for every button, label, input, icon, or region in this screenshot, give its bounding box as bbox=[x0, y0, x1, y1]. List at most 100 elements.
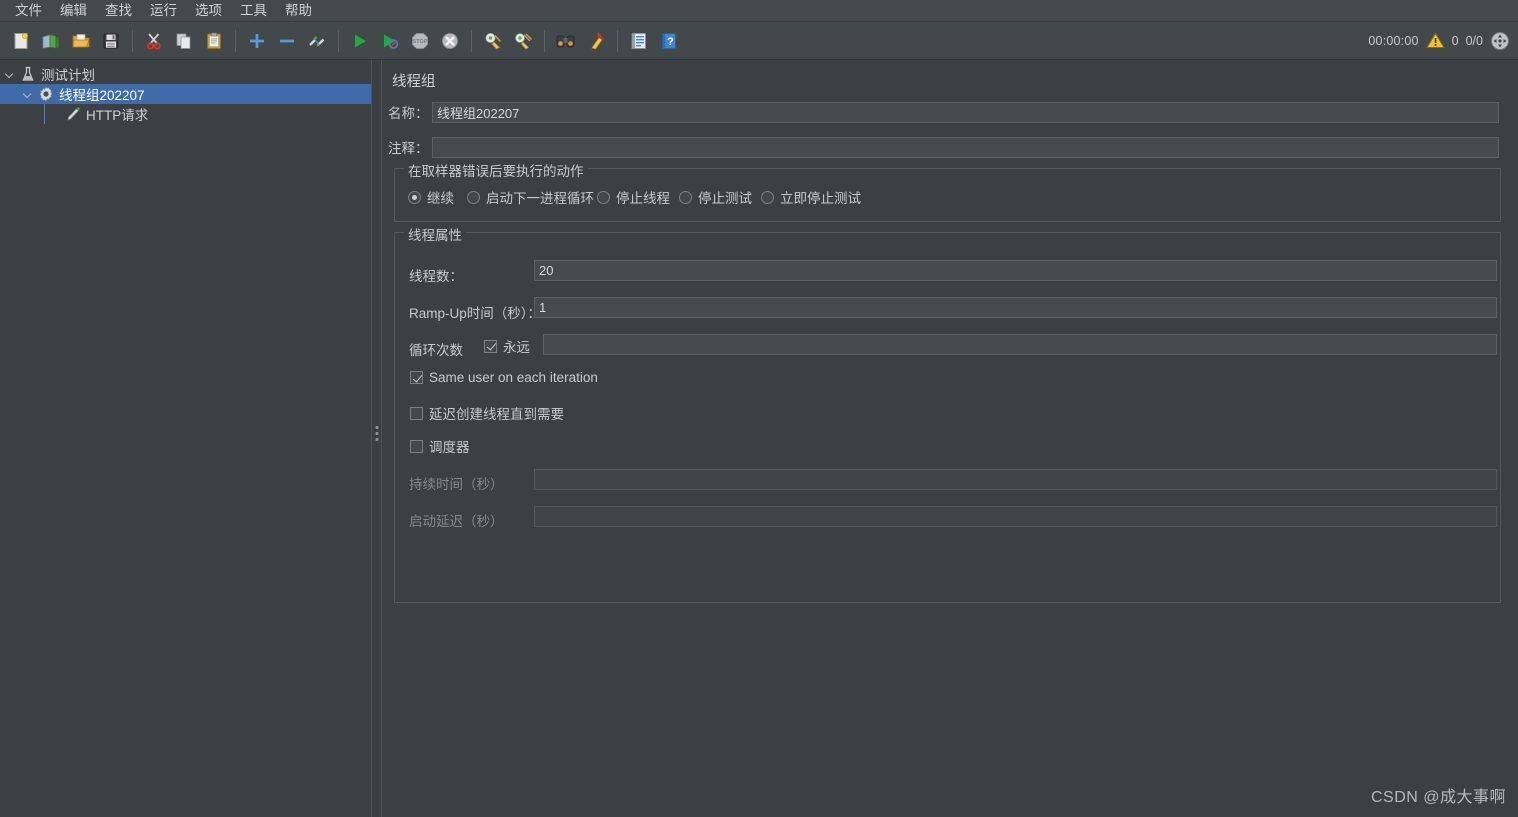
page-title: 线程组 bbox=[392, 70, 436, 91]
same-user-label: Same user on each iteration bbox=[429, 370, 598, 385]
menu-help[interactable]: 帮助 bbox=[276, 1, 321, 21]
reset-search-broom-icon bbox=[586, 31, 606, 51]
name-input[interactable] bbox=[432, 102, 1499, 123]
same-user-checkbox[interactable]: Same user on each iteration bbox=[410, 370, 598, 385]
menu-tools[interactable]: 工具 bbox=[231, 1, 276, 21]
function-helper-button[interactable] bbox=[626, 28, 652, 54]
warning-count: 0 bbox=[1452, 34, 1459, 48]
tree-expander[interactable] bbox=[18, 90, 36, 99]
test-plan-icon bbox=[18, 66, 38, 82]
toolbar-separator bbox=[471, 30, 472, 52]
open-button[interactable] bbox=[68, 28, 94, 54]
thread-count: 0/0 bbox=[1466, 34, 1483, 48]
svg-text:?: ? bbox=[667, 36, 674, 48]
expand-all-button[interactable] bbox=[244, 28, 270, 54]
menu-run[interactable]: 运行 bbox=[141, 1, 186, 21]
paste-clipboard-icon bbox=[204, 31, 224, 51]
templates-button[interactable] bbox=[38, 28, 64, 54]
save-icon bbox=[101, 31, 121, 51]
delayed-start-checkbox[interactable]: 延迟创建线程直到需要 bbox=[410, 403, 564, 423]
loop-forever-label: 永远 bbox=[503, 336, 530, 356]
tree-node-http-request[interactable]: HTTP请求 bbox=[0, 104, 371, 124]
shutdown-icon bbox=[440, 31, 460, 51]
error-action-title: 在取样器错误后要执行的动作 bbox=[404, 160, 588, 180]
toolbar-separator bbox=[544, 30, 545, 52]
tree-node-thread-group[interactable]: 线程组202207 bbox=[0, 84, 371, 104]
start-no-pauses-button[interactable] bbox=[377, 28, 403, 54]
loop-count-input[interactable] bbox=[543, 334, 1497, 355]
save-button[interactable] bbox=[98, 28, 124, 54]
expand-all-plus-icon bbox=[247, 31, 267, 51]
toggle-button[interactable] bbox=[304, 28, 330, 54]
toolbar-status-area: 00:00:00 0 0/0 bbox=[1368, 22, 1510, 59]
startup-delay-label: 启动延迟（秒） bbox=[409, 510, 504, 530]
expand-arrows-icon[interactable] bbox=[1490, 31, 1510, 51]
toolbar-separator bbox=[132, 30, 133, 52]
cut-scissors-icon bbox=[144, 31, 164, 51]
collapse-all-button[interactable] bbox=[274, 28, 300, 54]
menu-file[interactable]: 文件 bbox=[6, 1, 51, 21]
thread-group-panel: 线程组 名称： 注释： 在取样器错误后要执行的动作 继续 启动下一 bbox=[382, 60, 1518, 817]
clear-button[interactable] bbox=[480, 28, 506, 54]
ramp-up-input[interactable] bbox=[534, 297, 1497, 318]
comment-field-row: 注释： bbox=[388, 137, 434, 157]
radio-indicator bbox=[408, 191, 421, 204]
tree-node-test-plan[interactable]: 测试计划 bbox=[0, 64, 371, 84]
radio-label: 停止测试 bbox=[698, 187, 752, 207]
start-play-icon bbox=[350, 31, 370, 51]
tree-node-label: 线程组202207 bbox=[56, 84, 145, 104]
templates-icon bbox=[41, 31, 61, 51]
checkbox-indicator bbox=[410, 371, 423, 384]
split-pane-divider[interactable] bbox=[371, 60, 382, 817]
search-button[interactable] bbox=[553, 28, 579, 54]
duration-label: 持续时间（秒） bbox=[409, 473, 504, 493]
stop-icon: STOP bbox=[410, 31, 430, 51]
menu-edit[interactable]: 编辑 bbox=[51, 1, 96, 21]
duration-input[interactable] bbox=[534, 469, 1497, 490]
test-plan-tree: 测试计划 线程组202207 bbox=[0, 60, 371, 817]
watermark: CSDN @成大事啊 bbox=[1371, 783, 1506, 807]
startup-delay-input[interactable] bbox=[534, 506, 1497, 527]
copy-icon bbox=[174, 31, 194, 51]
warning-triangle-icon[interactable] bbox=[1426, 32, 1445, 49]
tree-node-label: 测试计划 bbox=[38, 64, 95, 84]
clear-all-button[interactable] bbox=[510, 28, 536, 54]
start-button[interactable] bbox=[347, 28, 373, 54]
cut-button[interactable] bbox=[141, 28, 167, 54]
toolbar-separator bbox=[617, 30, 618, 52]
radio-stop-test-now[interactable]: 立即停止测试 bbox=[761, 187, 861, 207]
search-binoculars-icon bbox=[555, 31, 577, 51]
reset-search-button[interactable] bbox=[583, 28, 609, 54]
comment-input[interactable] bbox=[432, 137, 1499, 158]
radio-continue[interactable]: 继续 bbox=[408, 187, 454, 207]
radio-indicator bbox=[679, 191, 692, 204]
checkbox-indicator bbox=[410, 407, 423, 420]
num-threads-input[interactable] bbox=[534, 260, 1497, 281]
stop-button[interactable]: STOP bbox=[407, 28, 433, 54]
shutdown-button[interactable] bbox=[437, 28, 463, 54]
loop-forever-checkbox[interactable]: 永远 bbox=[484, 336, 530, 356]
clear-all-icon bbox=[513, 31, 533, 51]
collapse-all-minus-icon bbox=[277, 31, 297, 51]
copy-button[interactable] bbox=[171, 28, 197, 54]
chevron-down-icon bbox=[5, 70, 14, 79]
radio-label: 启动下一进程循环 bbox=[486, 187, 594, 207]
tree-expander[interactable] bbox=[0, 70, 18, 79]
scheduler-checkbox[interactable]: 调度器 bbox=[410, 436, 470, 456]
toolbar: STOP bbox=[0, 22, 1518, 60]
svg-text:STOP: STOP bbox=[413, 39, 428, 45]
loop-count-label: 循环次数 bbox=[409, 339, 463, 359]
radio-stop-thread[interactable]: 停止线程 bbox=[597, 187, 670, 207]
help-button[interactable]: ? bbox=[656, 28, 682, 54]
radio-indicator bbox=[467, 191, 480, 204]
clear-icon bbox=[483, 31, 503, 51]
menu-search[interactable]: 查找 bbox=[96, 1, 141, 21]
menu-options[interactable]: 选项 bbox=[186, 1, 231, 21]
radio-start-next-loop[interactable]: 启动下一进程循环 bbox=[467, 187, 594, 207]
paste-button[interactable] bbox=[201, 28, 227, 54]
radio-stop-test[interactable]: 停止测试 bbox=[679, 187, 752, 207]
comment-label: 注释： bbox=[388, 137, 434, 157]
checkbox-indicator bbox=[484, 340, 497, 353]
new-file-button[interactable] bbox=[8, 28, 34, 54]
open-folder-icon bbox=[71, 31, 91, 51]
